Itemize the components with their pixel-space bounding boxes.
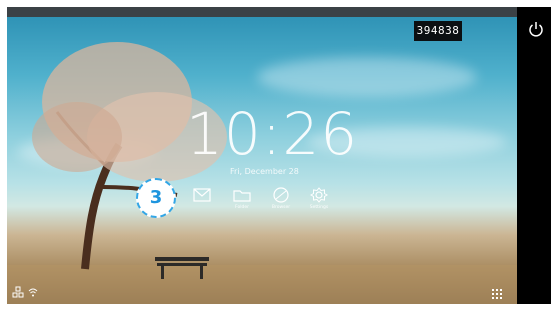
browser-icon	[273, 187, 289, 203]
app-browser[interactable]: Browser	[262, 186, 300, 222]
clock-date: Fri, December 28	[230, 167, 299, 176]
app-label: Settings	[309, 205, 329, 210]
mail-icon	[193, 188, 211, 202]
step-number-badge: 3	[136, 178, 176, 218]
network-icon	[12, 286, 38, 298]
status-code: 394838	[414, 21, 462, 41]
app-drawer-button[interactable]	[491, 285, 503, 299]
power-button[interactable]	[526, 19, 546, 39]
side-panel	[517, 7, 551, 304]
app-mail[interactable]	[183, 186, 221, 222]
power-icon	[529, 22, 543, 37]
clock-time: 10:26	[186, 100, 359, 168]
grid-icon	[492, 289, 502, 299]
app-folder[interactable]: Folder	[223, 186, 261, 222]
settings-icon	[310, 187, 328, 203]
app-label: Folder	[235, 205, 249, 210]
folder-icon	[233, 190, 251, 202]
device-frame: 394838 10:26 Fri, December 28 Folder Bro…	[0, 0, 551, 309]
app-label: Browser	[271, 205, 291, 210]
top-status-strip	[7, 7, 517, 17]
app-settings[interactable]: Settings	[300, 186, 338, 222]
system-tray	[12, 284, 42, 298]
